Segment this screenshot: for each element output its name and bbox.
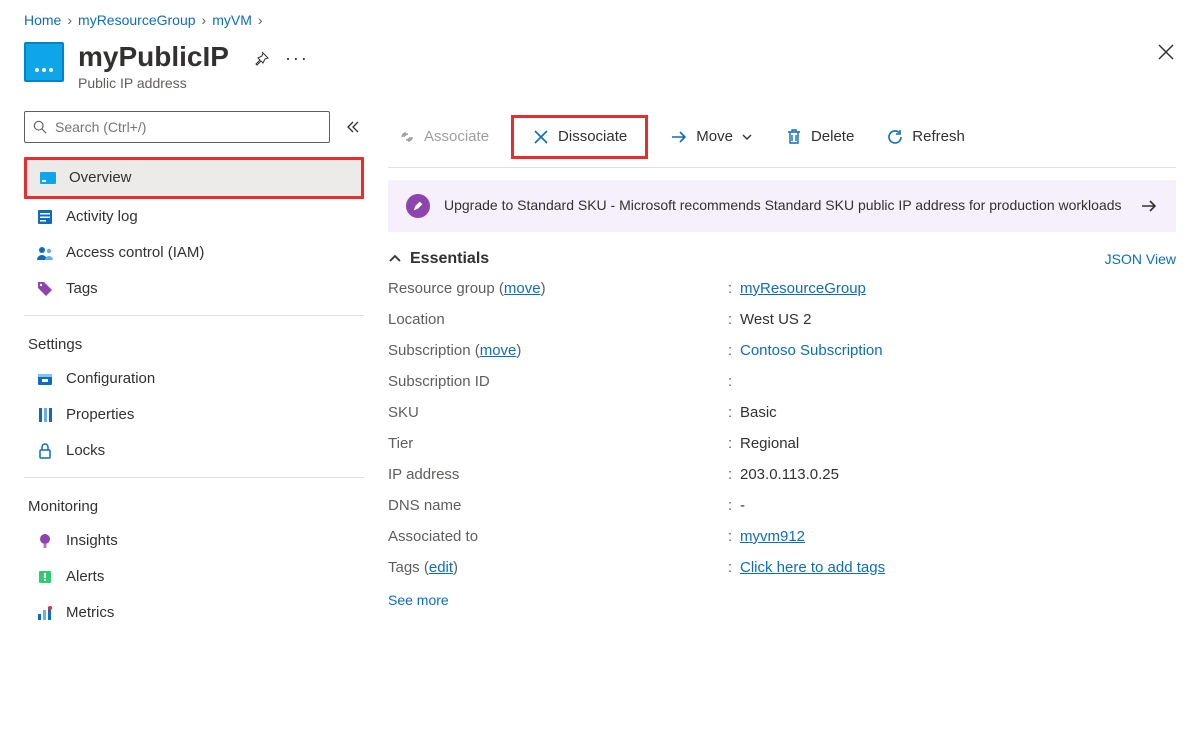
delete-button[interactable]: Delete [775, 122, 864, 152]
breadcrumb-home[interactable]: Home [24, 12, 61, 28]
associate-label: Associate [424, 128, 489, 145]
tags-icon [36, 280, 54, 298]
properties-icon [36, 406, 54, 424]
sidebar-group-monitoring: Monitoring [24, 478, 364, 523]
page-subtitle: Public IP address [78, 75, 229, 91]
chevron-up-icon [388, 252, 402, 266]
ess-val-ip: 203.0.113.0.25 [740, 466, 1176, 483]
ess-val-associated[interactable]: myvm912 [740, 528, 805, 545]
ess-label-resource-group: Resource group (move) [388, 280, 728, 297]
sidebar-item-label: Metrics [66, 604, 114, 621]
chevron-right-icon: › [202, 12, 207, 28]
delete-label: Delete [811, 128, 854, 145]
sidebar-item-label: Configuration [66, 370, 155, 387]
ess-val-resource-group[interactable]: myResourceGroup [740, 280, 866, 297]
search-input[interactable] [55, 119, 321, 135]
ess-label-associated: Associated to [388, 528, 728, 545]
link-icon [398, 128, 416, 146]
ess-label-tier: Tier [388, 435, 728, 452]
json-view-link[interactable]: JSON View [1105, 251, 1176, 267]
ess-val-subscription-id [740, 373, 1176, 390]
rocket-icon [406, 194, 430, 218]
breadcrumb: Home › myResourceGroup › myVM › [24, 12, 1176, 28]
ess-label-sku: SKU [388, 404, 728, 421]
sidebar-item-metrics[interactable]: Metrics [24, 595, 364, 631]
toolbar: Associate Dissociate Move [388, 111, 1176, 168]
ess-label-tags: Tags (edit) [388, 559, 728, 576]
associate-button: Associate [388, 122, 499, 152]
essentials-toggle[interactable]: Essentials [388, 250, 489, 268]
upgrade-banner[interactable]: Upgrade to Standard SKU - Microsoft reco… [388, 180, 1176, 232]
sidebar-item-configuration[interactable]: Configuration [24, 361, 364, 397]
sidebar-item-label: Activity log [66, 208, 138, 225]
activity-log-icon [36, 208, 54, 226]
dissociate-button[interactable]: Dissociate [522, 122, 637, 152]
sidebar-item-tags[interactable]: Tags [24, 271, 364, 307]
access-control-icon [36, 244, 54, 262]
chevron-right-icon: › [258, 12, 263, 28]
search-input-wrapper[interactable] [24, 111, 330, 143]
dissociate-label: Dissociate [558, 128, 627, 145]
sidebar-item-label: Insights [66, 532, 118, 549]
essentials-title: Essentials [410, 250, 489, 268]
sidebar-item-label: Locks [66, 442, 105, 459]
breadcrumb-vm[interactable]: myVM [212, 12, 252, 28]
ess-val-sku: Basic [740, 404, 1176, 421]
configuration-icon [36, 370, 54, 388]
sidebar-item-label: Access control (IAM) [66, 244, 204, 261]
sidebar-item-overview[interactable]: Overview [27, 160, 361, 196]
sidebar-item-alerts[interactable]: Alerts [24, 559, 364, 595]
lock-icon [36, 442, 54, 460]
metrics-icon [36, 604, 54, 622]
sidebar-item-label: Tags [66, 280, 98, 297]
sidebar-item-locks[interactable]: Locks [24, 433, 364, 469]
close-icon[interactable] [1156, 42, 1176, 62]
more-icon[interactable]: ··· [285, 48, 309, 69]
arrow-right-icon [670, 128, 688, 146]
page-title: myPublicIP [78, 42, 229, 73]
tags-edit-link[interactable]: edit [429, 559, 453, 576]
ess-label-subscription: Subscription (move) [388, 342, 728, 359]
see-more-link[interactable]: See more [388, 592, 449, 608]
banner-text: Upgrade to Standard SKU - Microsoft reco… [444, 196, 1126, 215]
collapse-sidebar-icon[interactable] [340, 115, 364, 139]
resource-group-move-link[interactable]: move [504, 280, 541, 297]
ess-val-tier: Regional [740, 435, 1176, 452]
insights-icon [36, 532, 54, 550]
ess-val-tags[interactable]: Click here to add tags [740, 559, 885, 576]
ess-label-subscription-id: Subscription ID [388, 373, 728, 390]
sidebar-group-settings: Settings [24, 316, 364, 361]
arrow-right-icon[interactable] [1140, 197, 1158, 215]
sidebar-item-insights[interactable]: Insights [24, 523, 364, 559]
overview-icon [39, 169, 57, 187]
x-icon [532, 128, 550, 146]
sidebar-item-access-control[interactable]: Access control (IAM) [24, 235, 364, 271]
ess-label-location: Location [388, 311, 728, 328]
sidebar-item-label: Overview [69, 169, 132, 186]
chevron-down-icon [741, 131, 753, 143]
ess-val-location: West US 2 [740, 311, 1176, 328]
refresh-icon [886, 128, 904, 146]
public-ip-icon [24, 42, 64, 82]
ess-label-dns: DNS name [388, 497, 728, 514]
sidebar-item-activity-log[interactable]: Activity log [24, 199, 364, 235]
sidebar-item-label: Alerts [66, 568, 104, 585]
essentials-grid: Resource group (move) : myResourceGroup … [388, 280, 1176, 576]
breadcrumb-resourcegroup[interactable]: myResourceGroup [78, 12, 196, 28]
sidebar-item-properties[interactable]: Properties [24, 397, 364, 433]
refresh-button[interactable]: Refresh [876, 122, 975, 152]
ess-val-subscription[interactable]: Contoso Subscription [740, 342, 883, 359]
refresh-label: Refresh [912, 128, 965, 145]
search-icon [33, 120, 47, 134]
alerts-icon [36, 568, 54, 586]
sidebar-item-label: Properties [66, 406, 134, 423]
ess-val-dns: - [740, 497, 1176, 514]
chevron-right-icon: › [67, 12, 72, 28]
move-label: Move [696, 128, 733, 145]
move-button[interactable]: Move [660, 122, 763, 152]
trash-icon [785, 128, 803, 146]
ess-label-ip: IP address [388, 466, 728, 483]
subscription-move-link[interactable]: move [480, 342, 517, 359]
pin-icon[interactable] [253, 51, 269, 67]
